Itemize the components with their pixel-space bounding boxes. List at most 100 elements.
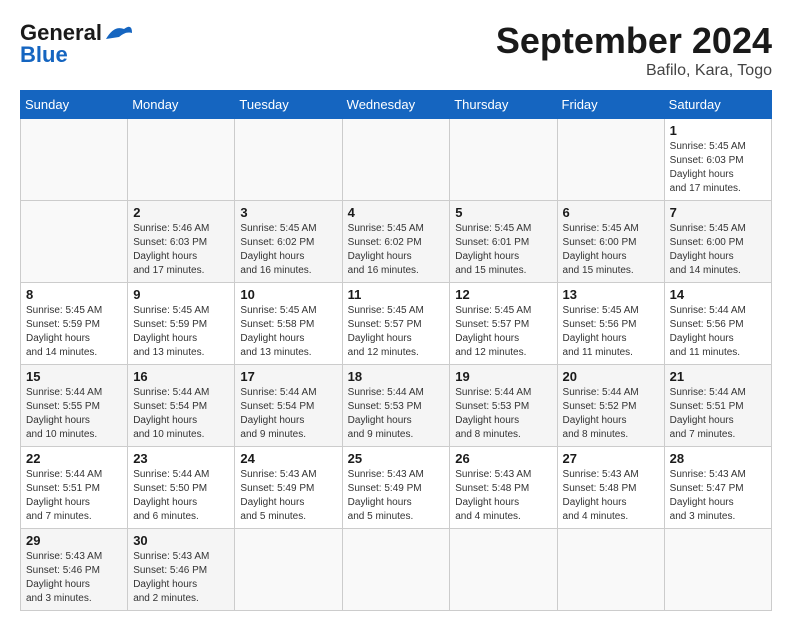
month-title: September 2024 — [496, 20, 772, 62]
calendar-day-24: 24 Sunrise: 5:43 AMSunset: 5:49 PMDaylig… — [235, 447, 342, 529]
day-number: 12 — [455, 287, 551, 302]
day-number: 2 — [133, 205, 229, 220]
calendar-day-23: 23 Sunrise: 5:44 AMSunset: 5:50 PMDaylig… — [128, 447, 235, 529]
calendar-day-26: 26 Sunrise: 5:43 AMSunset: 5:48 PMDaylig… — [450, 447, 557, 529]
day-number: 24 — [240, 451, 336, 466]
empty-cell — [235, 119, 342, 201]
day-number: 25 — [348, 451, 445, 466]
day-info: Sunrise: 5:44 AMSunset: 5:54 PMDaylight … — [133, 386, 229, 442]
empty-cell — [21, 119, 128, 201]
day-number: 4 — [348, 205, 445, 220]
empty-cell — [664, 529, 771, 611]
day-info: Sunrise: 5:45 AMSunset: 6:00 PMDaylight … — [563, 222, 659, 278]
calendar-day-7: 7 Sunrise: 5:45 AMSunset: 6:00 PMDayligh… — [664, 201, 771, 283]
day-number: 3 — [240, 205, 336, 220]
calendar-day-6: 6 Sunrise: 5:45 AMSunset: 6:00 PMDayligh… — [557, 201, 664, 283]
day-info: Sunrise: 5:44 AMSunset: 5:52 PMDaylight … — [563, 386, 659, 442]
day-info: Sunrise: 5:43 AMSunset: 5:46 PMDaylight … — [133, 550, 229, 606]
day-info: Sunrise: 5:43 AMSunset: 5:46 PMDaylight … — [26, 550, 122, 606]
day-number: 1 — [670, 123, 766, 138]
day-number: 28 — [670, 451, 766, 466]
calendar-day-13: 13 Sunrise: 5:45 AMSunset: 5:56 PMDaylig… — [557, 283, 664, 365]
calendar-day-1: 1 Sunrise: 5:45 AMSunset: 6:03 PMDayligh… — [664, 119, 771, 201]
day-number: 14 — [670, 287, 766, 302]
day-info: Sunrise: 5:44 AMSunset: 5:53 PMDaylight … — [348, 386, 445, 442]
calendar-day-3: 3 Sunrise: 5:45 AMSunset: 6:02 PMDayligh… — [235, 201, 342, 283]
logo-bird-icon — [104, 21, 134, 43]
calendar-week-row: 2 Sunrise: 5:46 AMSunset: 6:03 PMDayligh… — [21, 201, 772, 283]
col-header-monday: Monday — [128, 91, 235, 119]
day-info: Sunrise: 5:45 AMSunset: 5:56 PMDaylight … — [563, 304, 659, 360]
day-info: Sunrise: 5:44 AMSunset: 5:51 PMDaylight … — [26, 468, 122, 524]
calendar-day-11: 11 Sunrise: 5:45 AMSunset: 5:57 PMDaylig… — [342, 283, 450, 365]
empty-cell — [557, 529, 664, 611]
col-header-saturday: Saturday — [664, 91, 771, 119]
calendar-day-25: 25 Sunrise: 5:43 AMSunset: 5:49 PMDaylig… — [342, 447, 450, 529]
calendar-day-17: 17 Sunrise: 5:44 AMSunset: 5:54 PMDaylig… — [235, 365, 342, 447]
calendar-day-29: 29 Sunrise: 5:43 AMSunset: 5:46 PMDaylig… — [21, 529, 128, 611]
day-number: 20 — [563, 369, 659, 384]
empty-cell — [21, 201, 128, 283]
logo: General Blue — [20, 20, 134, 68]
calendar-day-8: 8 Sunrise: 5:45 AMSunset: 5:59 PMDayligh… — [21, 283, 128, 365]
calendar-week-row: 29 Sunrise: 5:43 AMSunset: 5:46 PMDaylig… — [21, 529, 772, 611]
day-number: 26 — [455, 451, 551, 466]
col-header-tuesday: Tuesday — [235, 91, 342, 119]
location-title: Bafilo, Kara, Togo — [496, 62, 772, 80]
page-header: General Blue September 2024 Bafilo, Kara… — [20, 20, 772, 80]
day-info: Sunrise: 5:45 AMSunset: 6:00 PMDaylight … — [670, 222, 766, 278]
calendar-day-21: 21 Sunrise: 5:44 AMSunset: 5:51 PMDaylig… — [664, 365, 771, 447]
calendar-day-20: 20 Sunrise: 5:44 AMSunset: 5:52 PMDaylig… — [557, 365, 664, 447]
day-number: 22 — [26, 451, 122, 466]
col-header-thursday: Thursday — [450, 91, 557, 119]
day-info: Sunrise: 5:45 AMSunset: 5:57 PMDaylight … — [455, 304, 551, 360]
day-info: Sunrise: 5:45 AMSunset: 5:58 PMDaylight … — [240, 304, 336, 360]
day-info: Sunrise: 5:45 AMSunset: 5:57 PMDaylight … — [348, 304, 445, 360]
day-number: 10 — [240, 287, 336, 302]
empty-cell — [450, 119, 557, 201]
calendar-day-15: 15 Sunrise: 5:44 AMSunset: 5:55 PMDaylig… — [21, 365, 128, 447]
empty-cell — [342, 119, 450, 201]
calendar-day-9: 9 Sunrise: 5:45 AMSunset: 5:59 PMDayligh… — [128, 283, 235, 365]
day-number: 16 — [133, 369, 229, 384]
day-info: Sunrise: 5:45 AMSunset: 6:01 PMDaylight … — [455, 222, 551, 278]
col-header-sunday: Sunday — [21, 91, 128, 119]
day-info: Sunrise: 5:43 AMSunset: 5:48 PMDaylight … — [455, 468, 551, 524]
calendar-week-row: 8 Sunrise: 5:45 AMSunset: 5:59 PMDayligh… — [21, 283, 772, 365]
day-number: 15 — [26, 369, 122, 384]
day-number: 23 — [133, 451, 229, 466]
calendar-week-row: 22 Sunrise: 5:44 AMSunset: 5:51 PMDaylig… — [21, 447, 772, 529]
col-header-friday: Friday — [557, 91, 664, 119]
empty-cell — [235, 529, 342, 611]
day-number: 8 — [26, 287, 122, 302]
calendar-header-row: SundayMondayTuesdayWednesdayThursdayFrid… — [21, 91, 772, 119]
calendar-table: SundayMondayTuesdayWednesdayThursdayFrid… — [20, 90, 772, 611]
day-info: Sunrise: 5:45 AMSunset: 5:59 PMDaylight … — [26, 304, 122, 360]
calendar-day-27: 27 Sunrise: 5:43 AMSunset: 5:48 PMDaylig… — [557, 447, 664, 529]
calendar-day-18: 18 Sunrise: 5:44 AMSunset: 5:53 PMDaylig… — [342, 365, 450, 447]
day-info: Sunrise: 5:43 AMSunset: 5:47 PMDaylight … — [670, 468, 766, 524]
day-info: Sunrise: 5:45 AMSunset: 6:02 PMDaylight … — [240, 222, 336, 278]
day-number: 18 — [348, 369, 445, 384]
day-number: 5 — [455, 205, 551, 220]
day-number: 9 — [133, 287, 229, 302]
day-info: Sunrise: 5:44 AMSunset: 5:51 PMDaylight … — [670, 386, 766, 442]
calendar-day-5: 5 Sunrise: 5:45 AMSunset: 6:01 PMDayligh… — [450, 201, 557, 283]
calendar-day-10: 10 Sunrise: 5:45 AMSunset: 5:58 PMDaylig… — [235, 283, 342, 365]
day-number: 7 — [670, 205, 766, 220]
day-info: Sunrise: 5:45 AMSunset: 6:03 PMDaylight … — [670, 140, 766, 196]
day-info: Sunrise: 5:43 AMSunset: 5:49 PMDaylight … — [348, 468, 445, 524]
calendar-day-12: 12 Sunrise: 5:45 AMSunset: 5:57 PMDaylig… — [450, 283, 557, 365]
day-number: 13 — [563, 287, 659, 302]
day-info: Sunrise: 5:44 AMSunset: 5:55 PMDaylight … — [26, 386, 122, 442]
calendar-day-14: 14 Sunrise: 5:44 AMSunset: 5:56 PMDaylig… — [664, 283, 771, 365]
empty-cell — [342, 529, 450, 611]
day-number: 27 — [563, 451, 659, 466]
col-header-wednesday: Wednesday — [342, 91, 450, 119]
day-number: 6 — [563, 205, 659, 220]
day-info: Sunrise: 5:46 AMSunset: 6:03 PMDaylight … — [133, 222, 229, 278]
day-info: Sunrise: 5:45 AMSunset: 5:59 PMDaylight … — [133, 304, 229, 360]
calendar-day-19: 19 Sunrise: 5:44 AMSunset: 5:53 PMDaylig… — [450, 365, 557, 447]
day-number: 19 — [455, 369, 551, 384]
day-number: 30 — [133, 533, 229, 548]
